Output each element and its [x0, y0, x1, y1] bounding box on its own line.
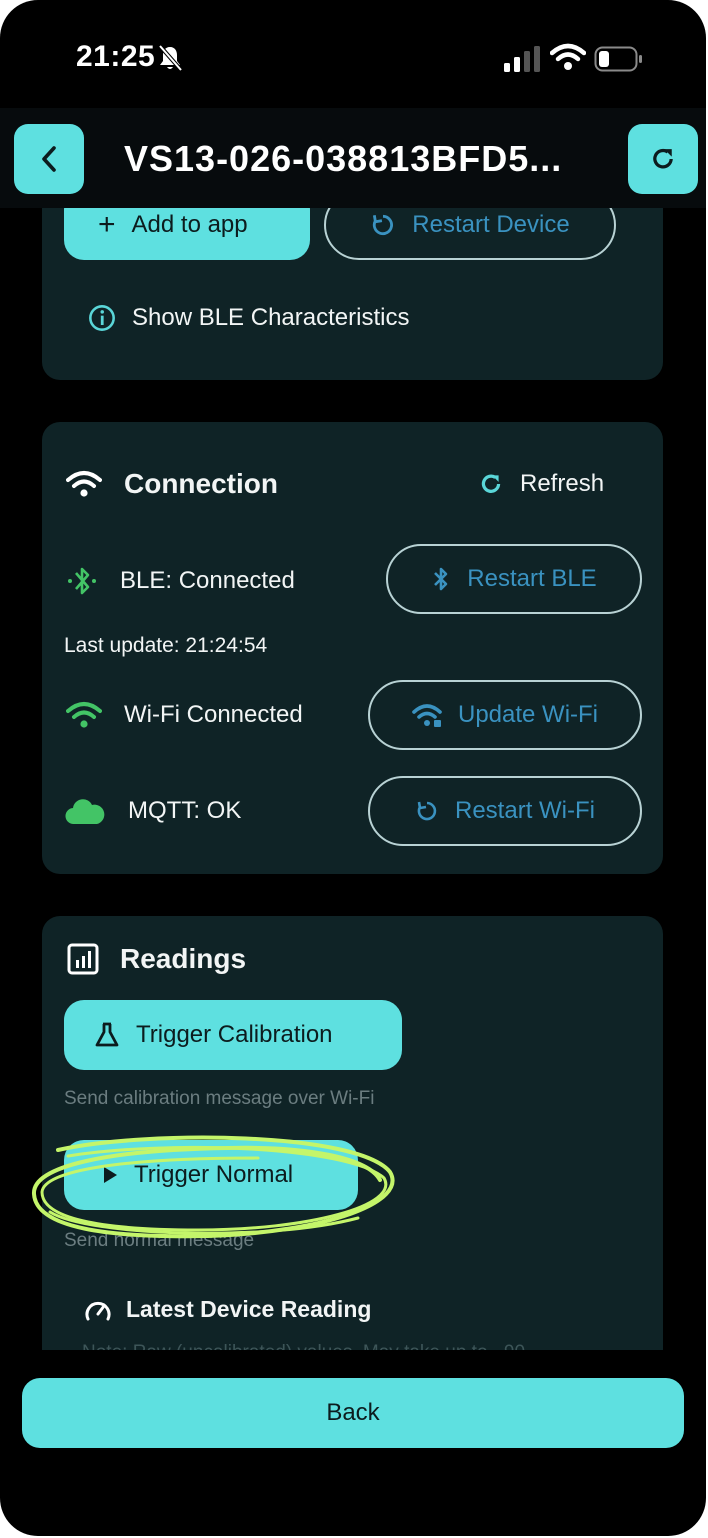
readings-title: Readings: [66, 942, 246, 976]
normal-hint: Send normal message: [64, 1230, 255, 1251]
phone-screen: 21:25 + Add to app Restart Device Show B…: [0, 0, 706, 1536]
refresh-icon: [481, 474, 501, 493]
connection-card: Connection Refresh BLE: Connected Restar…: [42, 422, 663, 874]
update-wifi-label: Update Wi-Fi: [457, 701, 599, 728]
latest-reading-label: Latest Device Reading: [126, 1296, 372, 1322]
plus-icon: +: [98, 208, 116, 241]
gauge-icon: [85, 1301, 111, 1320]
add-to-app-label: Add to app: [131, 211, 248, 238]
status-time: 21:25: [76, 40, 156, 73]
bell-muted-icon: [158, 44, 183, 72]
restart-device-label: Restart Device: [412, 211, 570, 238]
restart-ble-label: Restart BLE: [467, 565, 597, 592]
refresh-label: Refresh: [520, 470, 605, 497]
readings-title-label: Readings: [120, 943, 247, 974]
top-navbar: VS13-026-038813BFD5...: [0, 108, 706, 208]
last-update-text: Last update: 21:24:54: [64, 634, 268, 657]
battery-icon: [594, 46, 642, 72]
mqtt-status: MQTT: OK: [64, 796, 241, 826]
bluetooth-icon: [434, 567, 448, 591]
restart-device-button[interactable]: Restart Device: [324, 208, 616, 260]
connection-title-label: Connection: [124, 468, 278, 499]
refresh-icon: [653, 148, 673, 169]
restart-ble-button[interactable]: Restart BLE: [386, 544, 642, 614]
restart-icon: [373, 214, 394, 236]
connection-title: Connection: [66, 468, 278, 500]
scroll-content[interactable]: + Add to app Restart Device Show BLE Cha…: [0, 208, 706, 1350]
mqtt-status-label: MQTT: OK: [128, 797, 242, 824]
nav-refresh-button[interactable]: [628, 124, 698, 194]
restart-wifi-label: Restart Wi-Fi: [455, 797, 595, 824]
play-icon: [104, 1167, 117, 1183]
status-bar: 21:25: [0, 0, 706, 108]
info-icon: [89, 305, 115, 331]
wifi-lock-icon: [412, 704, 442, 727]
refresh-link[interactable]: Refresh: [478, 470, 604, 498]
restart-icon: [417, 801, 437, 821]
wifi-status-label: Wi-Fi Connected: [124, 701, 303, 728]
cloud-icon: [65, 799, 105, 825]
bluetooth-icon: [68, 567, 96, 595]
wifi-status-icon: [550, 43, 586, 70]
chart-icon: [67, 943, 99, 975]
back-button-label: Back: [326, 1399, 380, 1426]
trigger-calibration-button[interactable]: Trigger Calibration: [64, 1000, 402, 1070]
show-ble-label: Show BLE Characteristics: [132, 304, 410, 331]
nav-back-button[interactable]: [14, 124, 84, 194]
reading-note: Note: Raw (uncalibrated) values. May tak…: [82, 1342, 525, 1350]
wifi-status: Wi-Fi Connected: [66, 700, 303, 730]
wifi-icon: [66, 702, 102, 728]
ble-status: BLE: Connected: [66, 564, 295, 598]
flask-icon: [95, 1022, 119, 1047]
trigger-normal-button[interactable]: Trigger Normal: [64, 1140, 358, 1210]
signal-icon: [504, 46, 540, 72]
add-to-app-button[interactable]: + Add to app: [64, 208, 310, 260]
readings-card: Readings Trigger Calibration Send calibr…: [42, 916, 663, 1350]
page-title: VS13-026-038813BFD5...: [124, 138, 563, 179]
trigger-normal-label: Trigger Normal: [134, 1161, 294, 1188]
latest-reading-heading: Latest Device Reading: [84, 1296, 371, 1323]
device-card: + Add to app Restart Device Show BLE Cha…: [42, 208, 663, 380]
update-wifi-button[interactable]: Update Wi-Fi: [368, 680, 642, 750]
ble-status-label: BLE: Connected: [120, 567, 295, 594]
trigger-calibration-label: Trigger Calibration: [136, 1021, 333, 1048]
show-ble-link[interactable]: Show BLE Characteristics: [88, 304, 409, 332]
chevron-left-icon: [42, 146, 56, 172]
restart-wifi-button[interactable]: Restart Wi-Fi: [368, 776, 642, 846]
wifi-icon: [66, 471, 102, 497]
calibration-hint: Send calibration message over Wi-Fi: [64, 1088, 375, 1109]
back-button[interactable]: Back: [22, 1378, 684, 1448]
